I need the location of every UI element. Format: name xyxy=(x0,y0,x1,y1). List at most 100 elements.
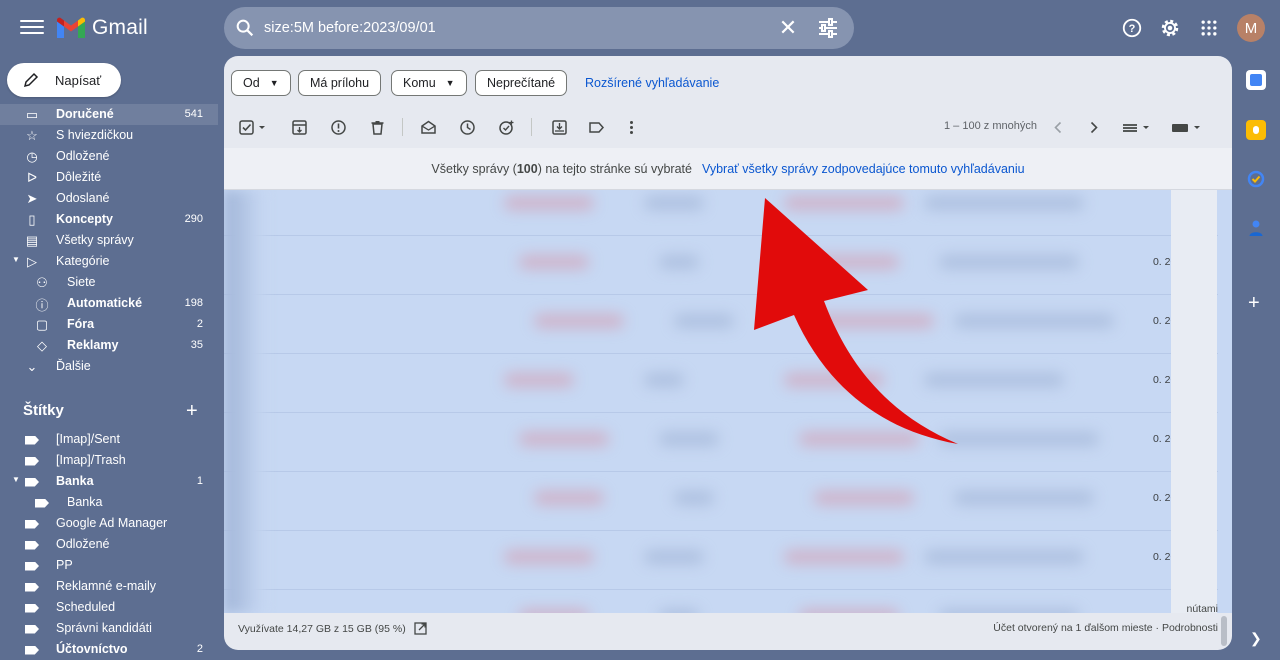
chevron-right-icon[interactable]: ❯ xyxy=(1250,630,1262,647)
blurred-content xyxy=(954,314,1114,328)
people-icon: ⚇ xyxy=(36,275,48,290)
calendar-icon[interactable] xyxy=(1246,70,1266,90)
sidebar-item-label: Koncepty xyxy=(56,212,113,226)
select-all-matching-link[interactable]: Vybrať všetky správy zodpovedajúce tomut… xyxy=(702,162,1025,176)
table-row[interactable]: 0. 2021 xyxy=(224,294,1218,354)
search-options-icon[interactable] xyxy=(816,16,840,40)
settings-gear-icon[interactable] xyxy=(1158,16,1182,40)
blurred-content xyxy=(674,491,714,505)
previous-page-icon[interactable] xyxy=(1047,116,1069,138)
table-row[interactable] xyxy=(224,190,1218,236)
add-label-icon[interactable]: + xyxy=(186,400,198,423)
select-all-checkbox[interactable] xyxy=(236,116,272,138)
blurred-content xyxy=(644,196,704,210)
label-tag-icon[interactable] xyxy=(585,116,607,138)
label-item[interactable]: Banka xyxy=(0,492,218,513)
search-bar[interactable]: ✕ xyxy=(224,7,854,49)
storage-usage: Využívate 14,27 GB z 15 GB (95 %) xyxy=(238,622,427,635)
caret-down-icon: ▼ xyxy=(269,78,279,88)
expand-caret-icon[interactable]: ▼ xyxy=(12,475,20,484)
label-tag-icon xyxy=(24,474,40,490)
blurred-content xyxy=(519,432,609,446)
sidebar-item-label: Siete xyxy=(67,275,96,289)
mail-panel: Od ▼ Má prílohu Komu ▼ Neprečítané Rozšíre… xyxy=(224,56,1232,650)
next-page-icon[interactable] xyxy=(1082,116,1104,138)
filter-has-attachment-chip[interactable]: Má prílohu xyxy=(298,70,382,96)
archive-icon[interactable] xyxy=(288,116,310,138)
label-item[interactable]: Google Ad Manager xyxy=(0,513,218,534)
search-input[interactable] xyxy=(262,19,776,37)
account-activity-link[interactable]: Účet otvorený na 1 ďalšom mieste · Podro… xyxy=(993,622,1218,634)
open-external-icon[interactable] xyxy=(414,622,427,635)
label-item[interactable]: Scheduled xyxy=(0,597,218,618)
table-row[interactable]: 0. 2021 xyxy=(224,471,1218,531)
table-row[interactable]: 0. 2021 xyxy=(224,235,1218,295)
input-tools-keyboard-icon[interactable] xyxy=(1167,116,1207,138)
more-options-icon[interactable] xyxy=(620,116,642,138)
table-row[interactable]: 0. 2021 xyxy=(224,353,1218,413)
contacts-icon[interactable] xyxy=(1246,218,1266,238)
get-addons-icon[interactable]: + xyxy=(1248,292,1260,315)
blurred-content xyxy=(659,255,699,269)
report-spam-icon[interactable] xyxy=(327,116,349,138)
sidebar-item[interactable]: ⚇ Siete xyxy=(0,272,218,293)
sidebar-item-label: S hviezdičkou xyxy=(56,128,134,142)
clear-search-icon[interactable]: ✕ xyxy=(776,15,800,40)
account-avatar[interactable]: M xyxy=(1237,14,1265,42)
label-item[interactable]: [Imap]/Trash xyxy=(0,450,218,471)
sidebar-item[interactable]: ⓘ Automatické 198 xyxy=(0,293,218,314)
blurred-content xyxy=(504,550,594,564)
label-name: Banka xyxy=(67,495,103,509)
table-row[interactable]: 0. 2021 xyxy=(224,530,1218,590)
label-item[interactable]: ▼ Banka 1 xyxy=(0,471,218,492)
sidebar-item[interactable]: ➤ Odoslané xyxy=(0,188,218,209)
label-item[interactable]: Reklamné e-maily xyxy=(0,576,218,597)
label-item[interactable]: Správni kandidáti xyxy=(0,618,218,639)
table-row[interactable] xyxy=(224,589,1218,613)
sidebar-item[interactable]: ▭ Doručené 541 xyxy=(0,104,218,125)
compose-button[interactable]: Napísať xyxy=(7,63,121,97)
sidebar-item[interactable]: ᐅ Dôležité xyxy=(0,167,218,188)
gmail-logo[interactable]: Gmail xyxy=(56,14,148,42)
sidebar-item[interactable]: ☆ S hviezdičkou xyxy=(0,125,218,146)
sidebar-item[interactable]: ◇ Reklamy 35 xyxy=(0,335,218,356)
sidebar-item[interactable]: ▯ Koncepty 290 xyxy=(0,209,218,230)
mark-as-read-icon[interactable] xyxy=(417,116,439,138)
search-icon[interactable] xyxy=(234,17,256,39)
chevron-down-icon: ⌄ xyxy=(26,359,38,374)
label-item[interactable]: Odložené xyxy=(0,534,218,555)
label-item[interactable]: [Imap]/Sent xyxy=(0,429,218,450)
add-to-tasks-icon[interactable] xyxy=(495,116,517,138)
tasks-icon[interactable] xyxy=(1246,169,1266,189)
delete-icon[interactable] xyxy=(366,116,388,138)
sidebar-item[interactable]: ⌄ Ďalšie xyxy=(0,356,218,377)
move-to-icon[interactable] xyxy=(548,116,570,138)
sidebar-item[interactable]: ◷ Odložené xyxy=(0,146,218,167)
label-item[interactable]: Účtovníctvo 2 xyxy=(0,639,218,660)
unread-count: 541 xyxy=(184,108,203,120)
apps-grid-icon[interactable] xyxy=(1197,16,1221,40)
blurred-content xyxy=(534,491,604,505)
pencil-icon xyxy=(23,72,39,88)
advanced-search-link[interactable]: Rozšírené vyhľadávanie xyxy=(585,76,719,90)
table-row[interactable]: 0. 2021 xyxy=(224,412,1218,472)
scrollbar-thumb[interactable] xyxy=(1221,616,1227,646)
main-menu-icon[interactable] xyxy=(20,16,44,40)
keep-icon[interactable] xyxy=(1246,120,1266,140)
label-tag-icon xyxy=(24,537,40,553)
label-tag-icon xyxy=(24,516,40,532)
snooze-clock-icon[interactable] xyxy=(456,116,478,138)
expand-caret-icon[interactable]: ▼ xyxy=(12,255,20,264)
filter-to-chip[interactable]: Komu ▼ xyxy=(391,70,467,96)
help-icon[interactable]: ? xyxy=(1120,16,1144,40)
label-name: Účtovníctvo xyxy=(56,642,128,656)
label-item[interactable]: PP xyxy=(0,555,218,576)
filter-from-chip[interactable]: Od ▼ xyxy=(231,70,291,96)
label-tag-icon xyxy=(24,621,40,637)
sidebar-item[interactable]: ▤ Všetky správy xyxy=(0,230,218,251)
sidebar-item[interactable]: ▼ ▷ Kategórie xyxy=(0,251,218,272)
filter-unread-chip[interactable]: Neprečítané xyxy=(475,70,568,96)
density-toggle-icon[interactable] xyxy=(1117,116,1157,138)
sidebar-item[interactable]: ▢ Fóra 2 xyxy=(0,314,218,335)
sidebar-item-label: Automatické xyxy=(67,296,143,310)
